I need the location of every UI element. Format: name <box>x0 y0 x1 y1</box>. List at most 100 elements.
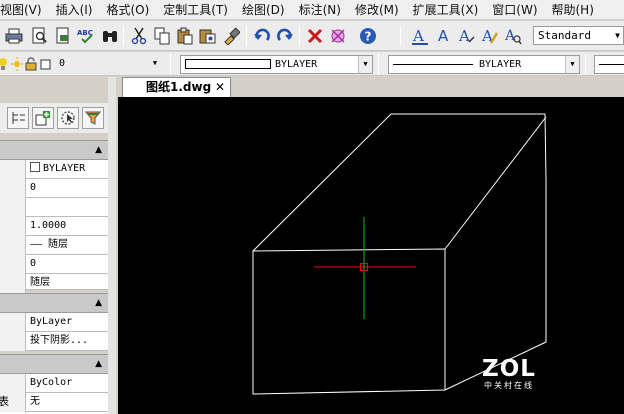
cut-icon[interactable] <box>129 25 149 47</box>
property-key <box>0 198 26 217</box>
zol-watermark: ZOL 中关村在线 <box>477 357 541 391</box>
layer-value: 0 <box>59 58 66 69</box>
layer-combo[interactable]: 0 ▼ <box>55 55 162 74</box>
select-objects-icon[interactable] <box>57 107 79 129</box>
plot-style-section-header[interactable]: ▲ <box>0 354 108 374</box>
lineweight-combo[interactable] <box>594 55 624 74</box>
box-front-face <box>252 248 446 395</box>
menu-help[interactable]: 帮助(H) <box>545 0 601 19</box>
property-key <box>0 255 26 274</box>
close-icon[interactable]: ✕ <box>215 78 225 97</box>
plot-style-properties-grid: ByColor 表 无 <box>0 374 108 414</box>
property-key <box>0 313 26 332</box>
drawing-canvas[interactable] <box>118 97 624 414</box>
property-row[interactable]: —— 随层 <box>0 236 108 255</box>
filter-funnel-icon[interactable] <box>82 107 104 129</box>
property-value: 0 <box>30 182 37 193</box>
collapse-caret-icon: ▲ <box>95 359 102 369</box>
standard-toolbar: ABC ? A A A A A <box>0 21 624 51</box>
paste-special-icon[interactable] <box>198 25 218 47</box>
purge-icon[interactable] <box>328 25 348 47</box>
visualization-properties-grid: ByLayer 投下阴影... <box>0 313 108 351</box>
single-line-text-icon[interactable]: A <box>434 25 454 47</box>
menu-insert[interactable]: 插入(I) <box>49 0 100 19</box>
linetype-value: BYLAYER <box>479 59 522 70</box>
property-row[interactable]: BYLAYER <box>0 160 108 179</box>
property-row[interactable]: 投下阴影... <box>0 332 108 351</box>
menu-modify[interactable]: 修改(M) <box>348 0 406 19</box>
toolbar-separator <box>400 26 401 46</box>
menu-extended-tools[interactable]: 扩展工具(X) <box>406 0 486 19</box>
linetype-combo[interactable]: BYLAYER ▼ <box>388 55 580 74</box>
menu-dimension[interactable]: 标注(N) <box>292 0 348 19</box>
text-style-select[interactable]: Standard ▼ <box>533 26 624 45</box>
property-key <box>0 274 26 293</box>
toolbar-separator <box>246 26 247 46</box>
copy-icon[interactable] <box>152 25 172 47</box>
zol-logo: ZOL <box>482 356 536 382</box>
svg-text:?: ? <box>365 30 372 44</box>
sun-icon[interactable] <box>10 53 24 75</box>
quick-select-icon[interactable] <box>32 107 54 129</box>
redo-icon[interactable] <box>275 25 295 47</box>
3d-box-wireframe <box>252 113 547 395</box>
drawing-tab-title: 图纸1.dwg <box>146 80 212 94</box>
toolbar-separator <box>170 54 171 74</box>
menu-bar: 视图(V) 插入(I) 格式(O) 定制工具(T) 绘图(D) 标注(N) 修改… <box>0 0 624 20</box>
property-value: 投下阴影... <box>30 335 89 346</box>
print-icon[interactable] <box>4 25 24 47</box>
find-binoculars-icon[interactable] <box>100 25 120 47</box>
menu-window[interactable]: 窗口(W) <box>485 0 544 19</box>
property-key <box>0 179 26 198</box>
panel-scrollbar[interactable] <box>108 77 116 414</box>
color-combo[interactable]: BYLAYER ▼ <box>180 55 373 74</box>
property-row[interactable]: 1.0000 <box>0 217 108 236</box>
property-row[interactable]: ByColor <box>0 374 108 393</box>
property-value: ByLayer <box>30 316 73 327</box>
menu-format[interactable]: 格式(O) <box>99 0 156 19</box>
undo-icon[interactable] <box>252 25 272 47</box>
paste-icon[interactable] <box>175 25 195 47</box>
general-section-header[interactable]: ▲ <box>0 140 108 160</box>
text-style-value: Standard <box>538 29 591 42</box>
property-key <box>0 217 26 236</box>
edit-text-icon[interactable]: A <box>480 25 500 47</box>
property-row[interactable] <box>0 198 108 217</box>
general-properties-grid: BYLAYER 0 1.0000 —— 随层 0 随层 <box>0 160 108 293</box>
find-text-icon[interactable]: A <box>503 25 523 47</box>
drawing-tab[interactable]: 图纸1.dwg ✕ <box>122 77 231 97</box>
match-properties-brush-icon[interactable] <box>221 25 241 47</box>
bulb-icon[interactable] <box>0 53 10 75</box>
erase-x-icon[interactable] <box>305 25 325 47</box>
property-value <box>27 198 108 217</box>
3d-visualization-section-header[interactable]: ▲ <box>0 293 108 313</box>
menu-view[interactable]: 视图(V) <box>0 0 49 19</box>
multiline-text-icon[interactable]: A <box>457 25 477 47</box>
property-row[interactable]: 随层 <box>0 274 108 293</box>
collapse-caret-icon: ▲ <box>95 298 102 308</box>
box-top-right-edge <box>444 116 547 250</box>
svg-text:A: A <box>458 27 470 45</box>
help-icon[interactable]: ? <box>358 25 378 47</box>
lock-icon[interactable] <box>24 53 38 75</box>
properties-panel: ▲ BYLAYER 0 1.0000 —— 随层 0 随层 ▲ ByLayer … <box>0 77 116 414</box>
property-row[interactable]: 0 <box>0 255 108 274</box>
property-value-color: BYLAYER <box>27 160 108 179</box>
menu-draw[interactable]: 绘图(D) <box>235 0 292 19</box>
tree-view-icon[interactable] <box>7 107 29 129</box>
toolbar-separator <box>585 54 586 74</box>
property-value: —— 随层 <box>30 239 69 250</box>
property-row[interactable]: ByLayer <box>0 313 108 332</box>
toolbar-separator <box>378 54 379 74</box>
print-preview-icon[interactable] <box>29 25 49 47</box>
toolbar-separator <box>123 26 124 46</box>
property-row[interactable]: 0 <box>0 179 108 198</box>
spell-check-icon[interactable]: ABC <box>77 25 97 47</box>
menu-custom-tools[interactable]: 定制工具(T) <box>156 0 235 19</box>
text-style-icon[interactable]: A <box>410 25 430 47</box>
property-value: 0 <box>30 258 37 269</box>
layer-color-icon[interactable] <box>38 53 52 75</box>
properties-toolbar: 0 ▼ BYLAYER ▼ BYLAYER ▼ <box>0 52 624 76</box>
property-row[interactable]: 表 无 <box>0 393 108 412</box>
publish-icon[interactable] <box>53 25 73 47</box>
